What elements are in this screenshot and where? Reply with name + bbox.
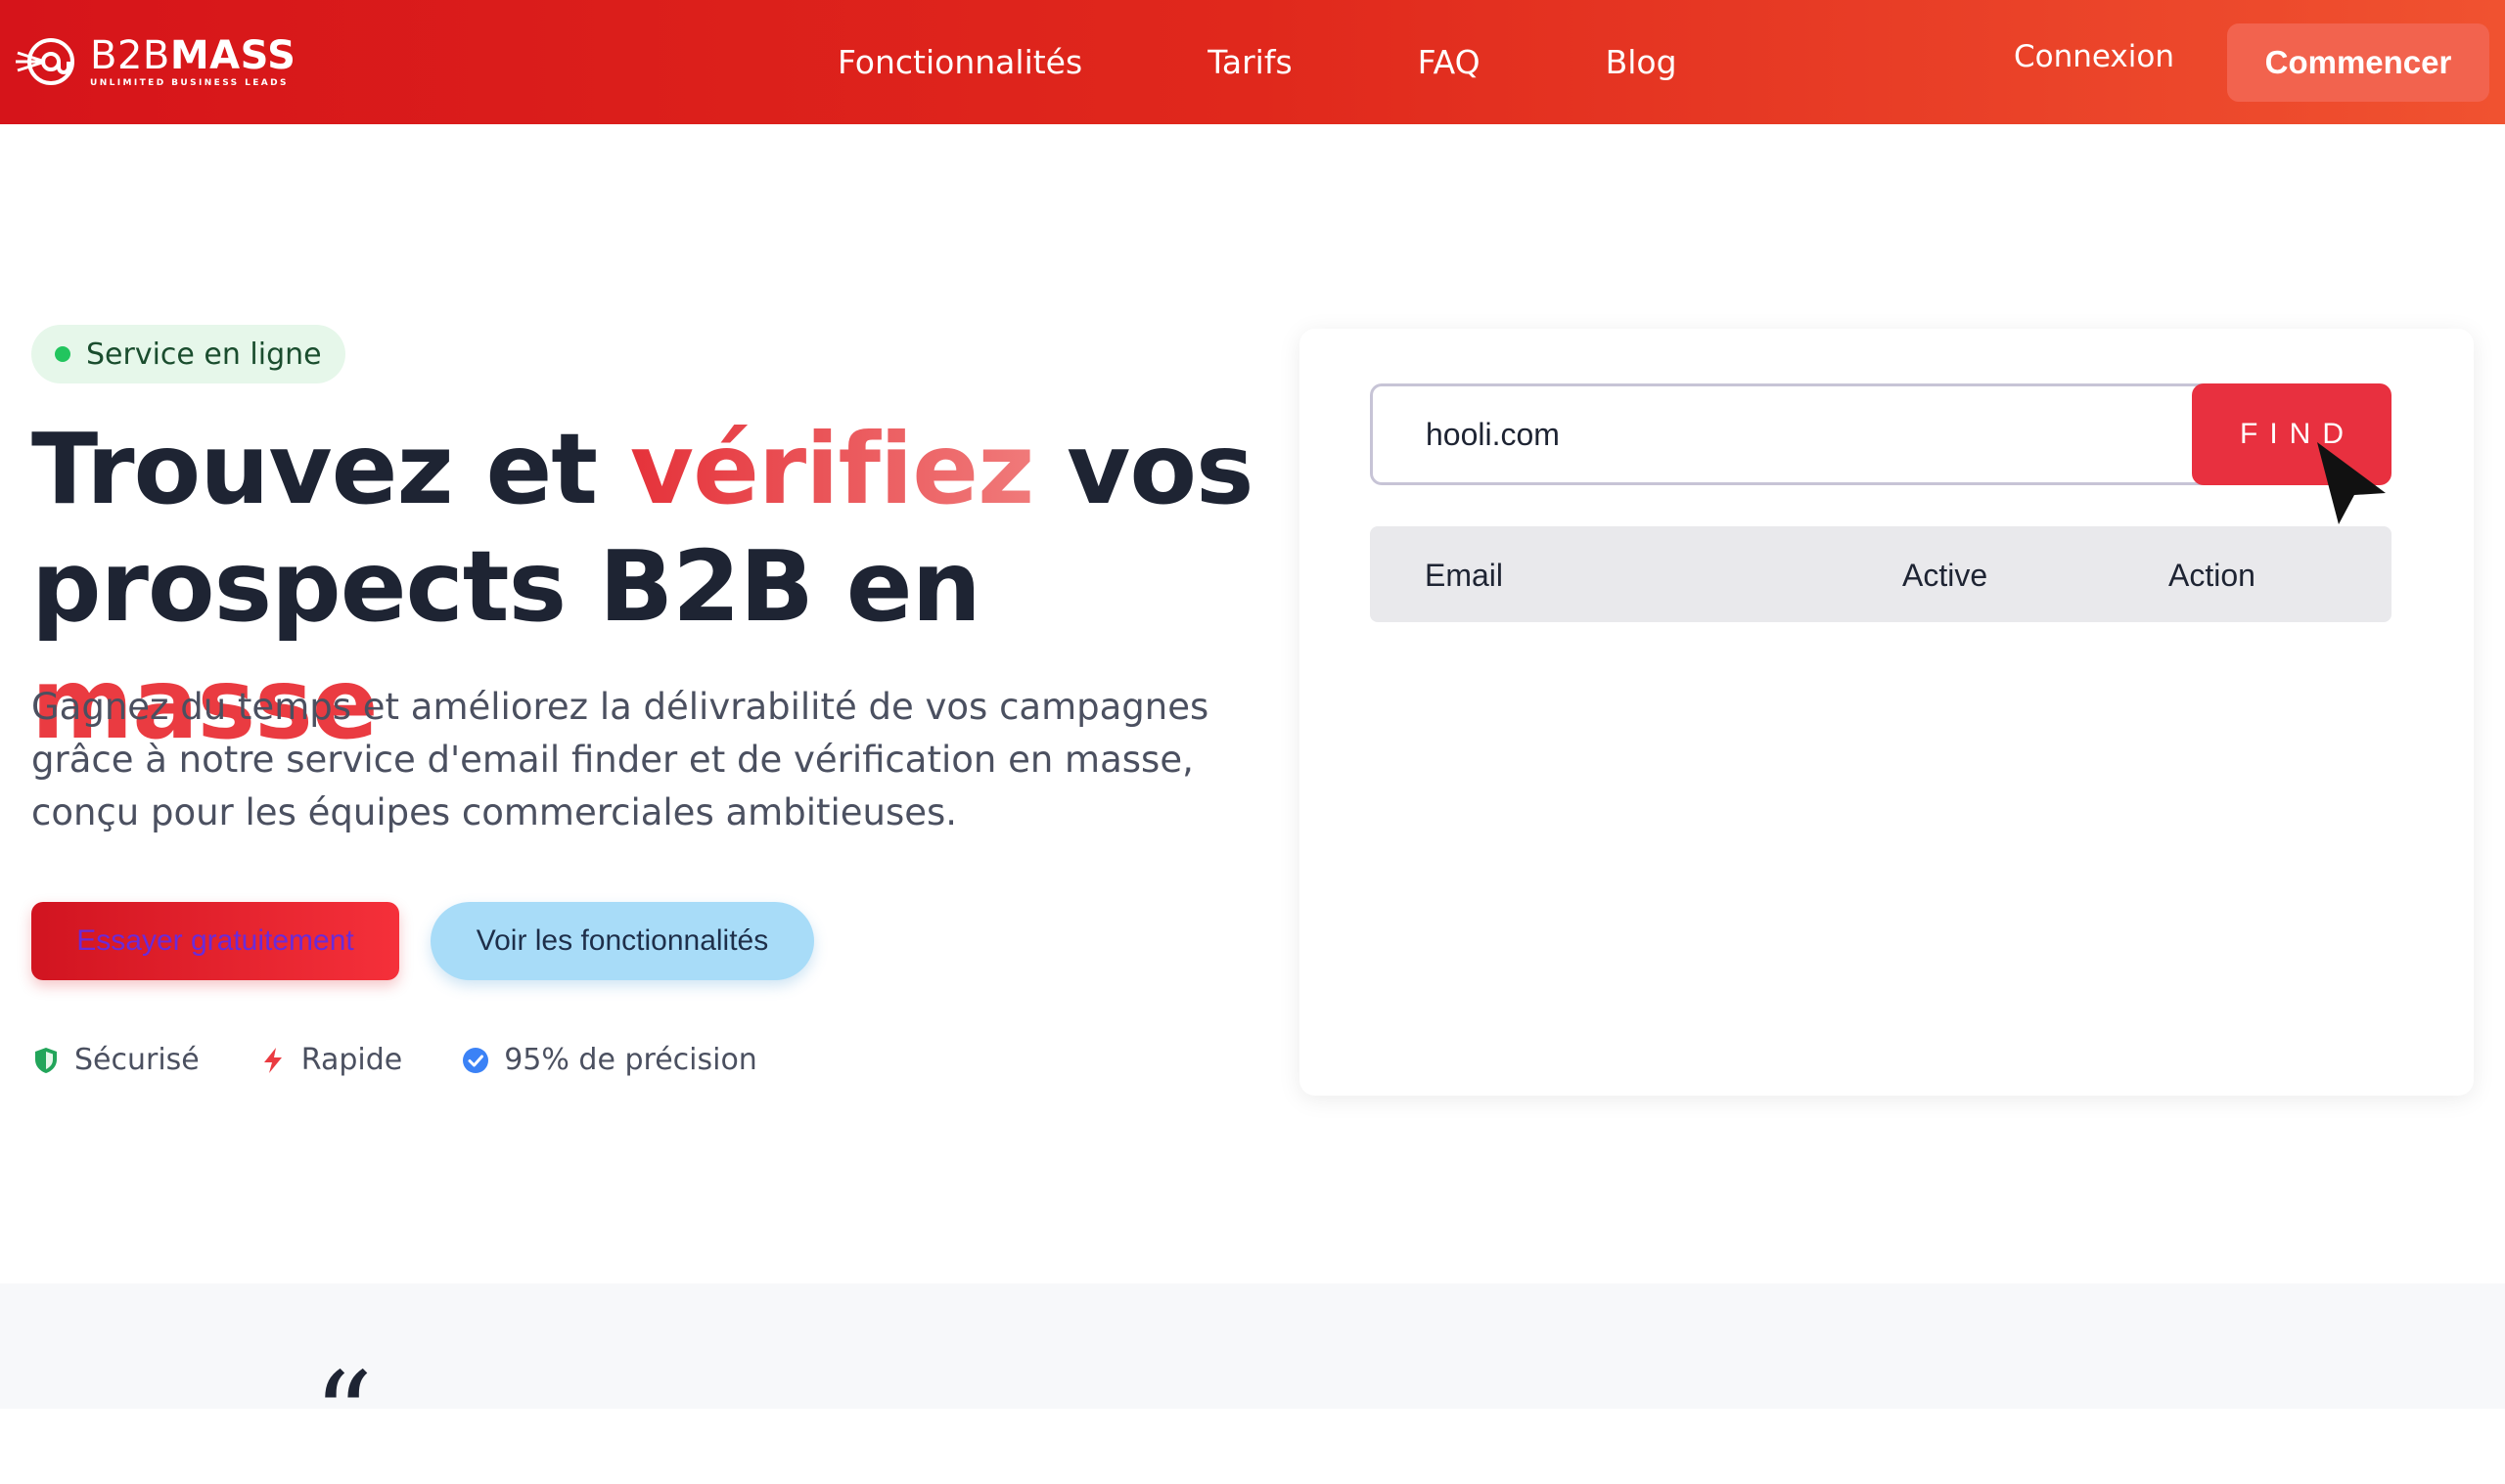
feature-list: Sécurisé Rapide 95% de précision <box>31 1043 816 1077</box>
try-free-button[interactable]: Essayer gratuitement <box>31 902 399 980</box>
feature-precision-label: 95% de précision <box>504 1043 757 1077</box>
main-nav: Fonctionnalités Tarifs FAQ Blog <box>838 0 1677 124</box>
mouse-pointer-icon <box>2317 442 2386 524</box>
headline-accent-verifiez: vérifiez <box>629 412 1034 526</box>
check-circle-icon <box>463 1047 489 1073</box>
brand-name-mass: MASS <box>169 32 296 78</box>
brand-wordmark: B2BMASS UNLIMITED BUSINESS LEADS <box>90 36 296 88</box>
feature-secure-label: Sécurisé <box>74 1043 200 1077</box>
brand-tagline: UNLIMITED BUSINESS LEADS <box>90 77 289 88</box>
headline-part1: Trouvez et <box>31 412 630 526</box>
results-table-header: Email Active Action <box>1370 526 2391 622</box>
feature-fast: Rapide <box>258 1043 402 1077</box>
start-button[interactable]: Commencer <box>2227 23 2489 102</box>
quote-mark-icon: “ <box>313 1348 374 1484</box>
bolt-icon <box>263 1047 282 1073</box>
login-link[interactable]: Connexion <box>2014 39 2174 74</box>
domain-search: FIND <box>1370 383 2391 485</box>
shield-icon <box>35 1047 57 1073</box>
column-header-active: Active <box>1902 558 1988 593</box>
feature-fast-label: Rapide <box>300 1043 403 1077</box>
status-badge: Service en ligne <box>31 325 345 383</box>
feature-secure: Sécurisé <box>31 1043 200 1077</box>
brand-logo[interactable]: B2BMASS UNLIMITED BUSINESS LEADS <box>16 29 296 94</box>
column-header-action: Action <box>2168 558 2255 593</box>
domain-search-input[interactable] <box>1370 383 2211 485</box>
top-navbar: B2BMASS UNLIMITED BUSINESS LEADS Fonctio… <box>0 0 2505 124</box>
see-features-button[interactable]: Voir les fonctionnalités <box>431 902 814 980</box>
column-header-email: Email <box>1425 558 1504 593</box>
nav-link-blog[interactable]: Blog <box>1606 43 1677 81</box>
brand-name-b2b: B2B <box>90 32 170 78</box>
hero-subtitle: Gagnez du temps et améliorez la délivrab… <box>31 686 1209 833</box>
status-badge-label: Service en ligne <box>86 337 322 372</box>
nav-link-tarifs[interactable]: Tarifs <box>1207 43 1292 81</box>
online-dot-icon <box>55 346 70 362</box>
email-finder-demo-card: FIND Email Active Action <box>1299 329 2474 1096</box>
nav-link-fonctionnalites[interactable]: Fonctionnalités <box>838 43 1082 81</box>
testimonial-section <box>0 1283 2505 1409</box>
nav-link-faq[interactable]: FAQ <box>1418 43 1480 81</box>
at-target-icon <box>16 38 74 85</box>
feature-precision: 95% de précision <box>461 1043 757 1077</box>
